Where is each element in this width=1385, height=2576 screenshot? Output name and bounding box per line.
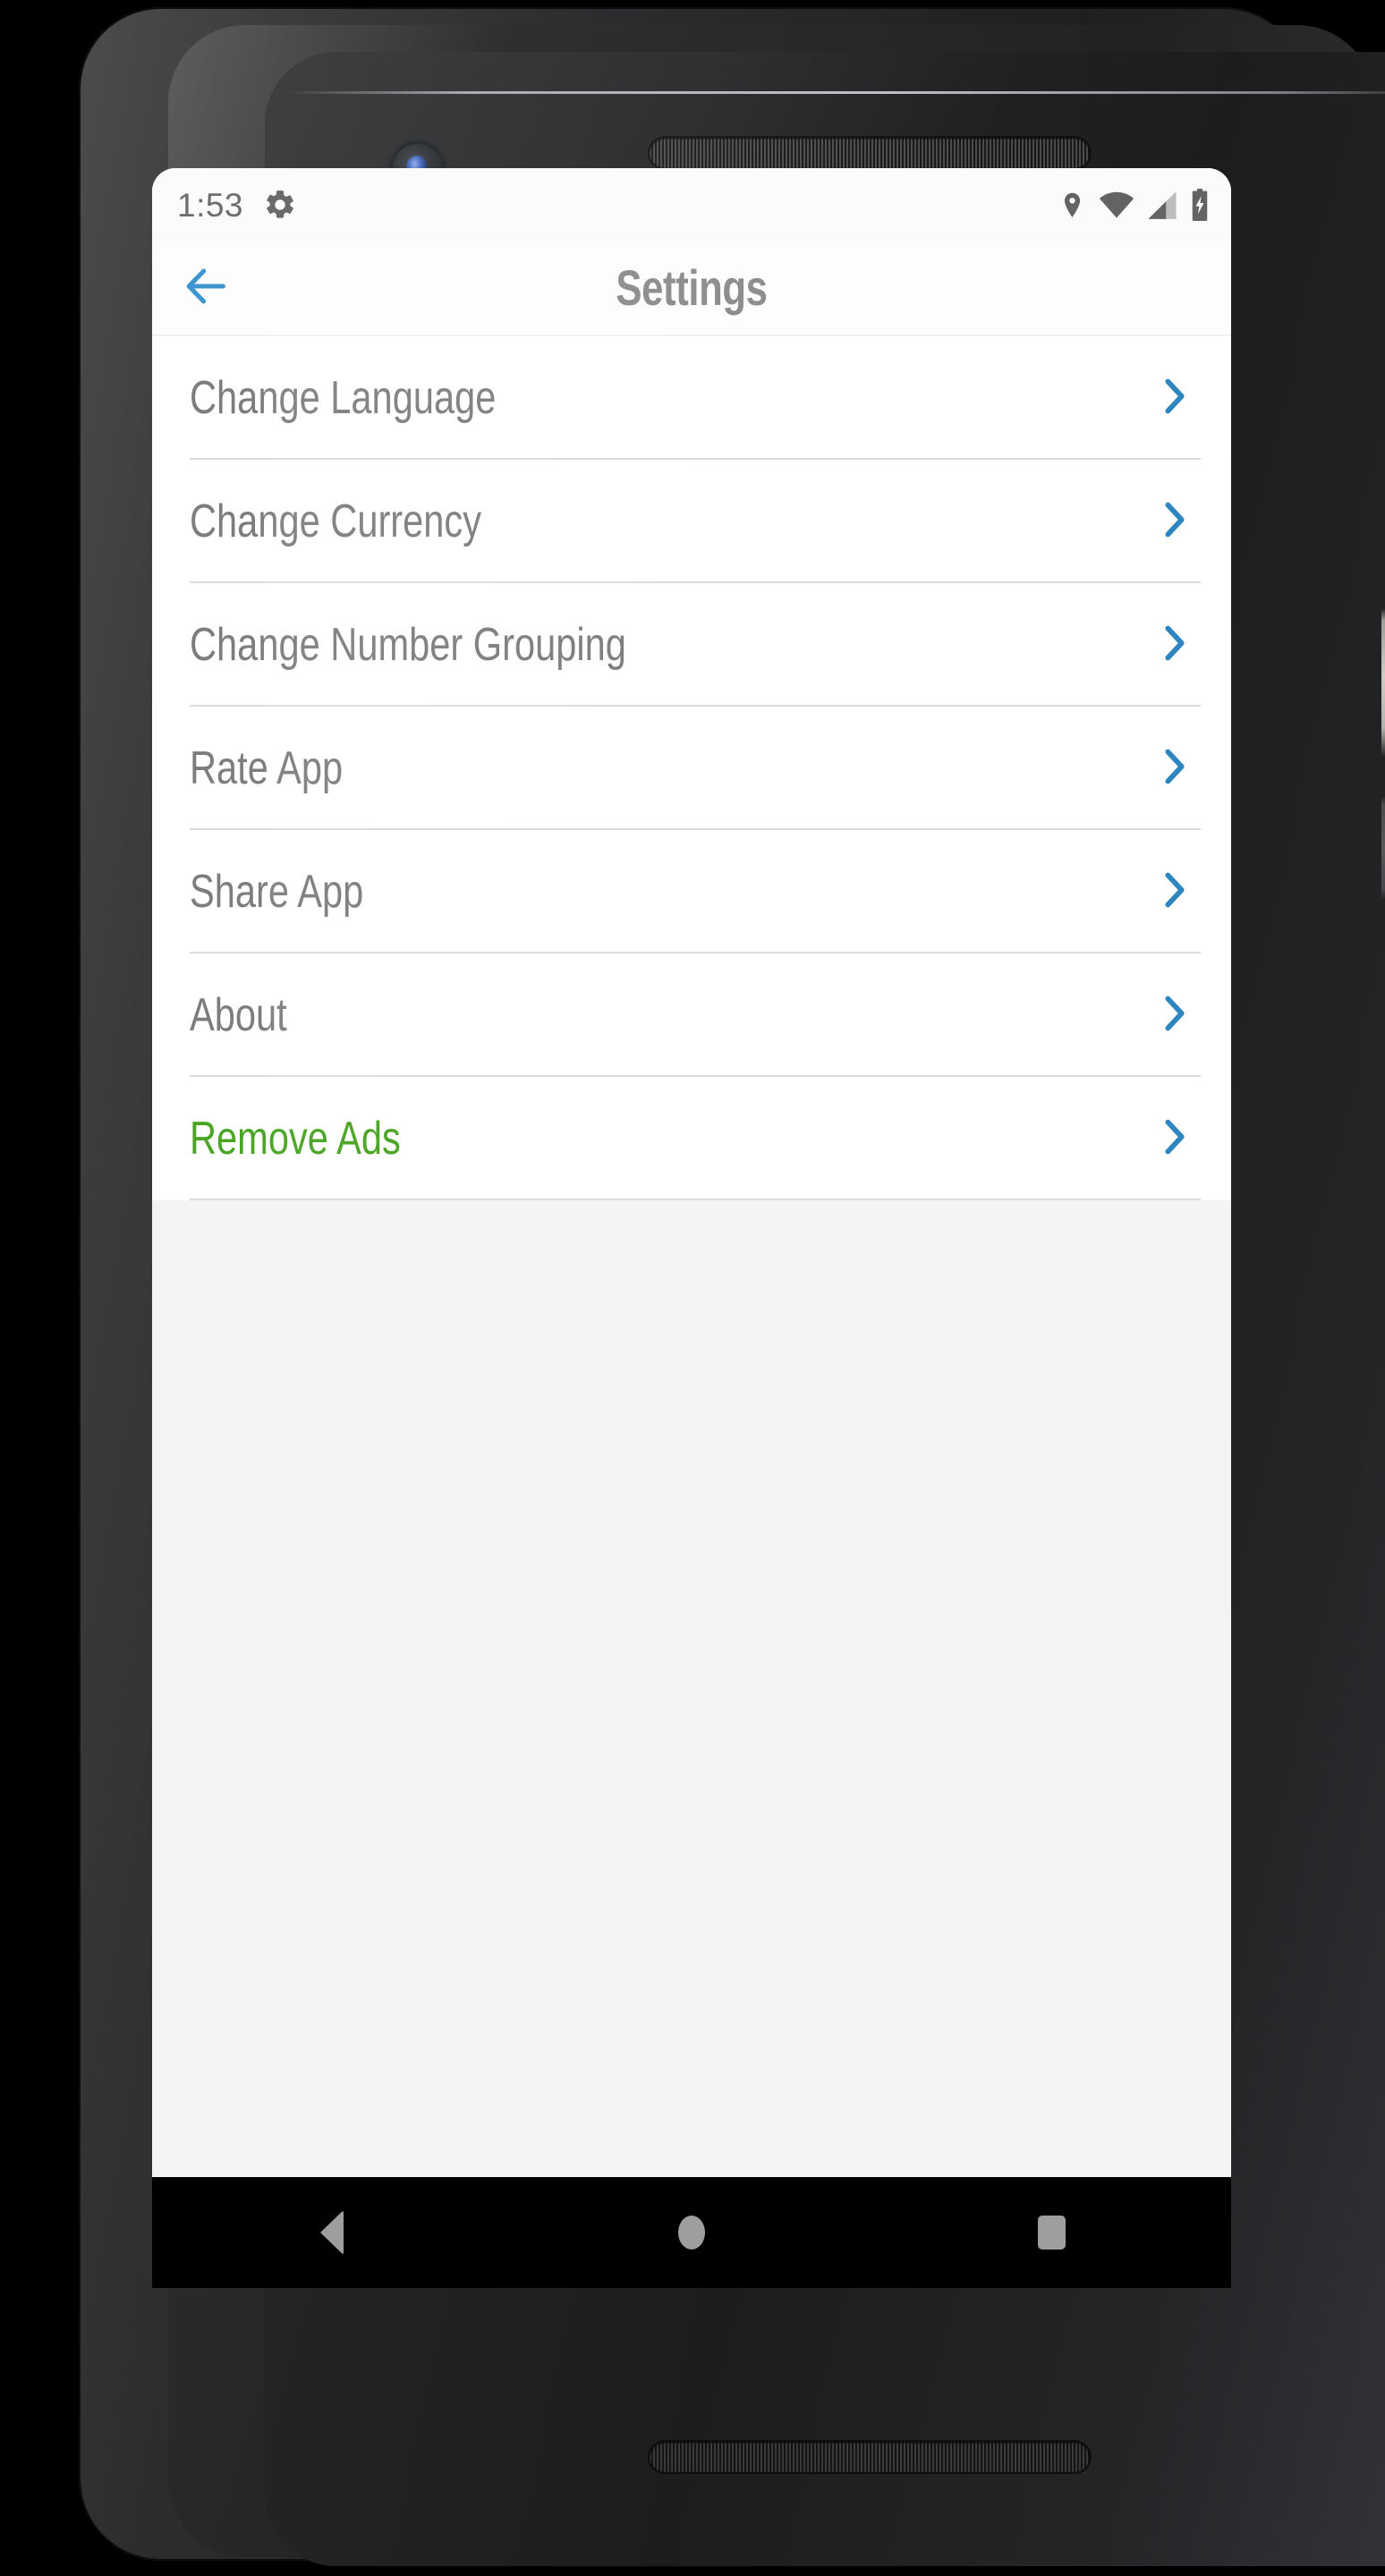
settings-item-label: Share App <box>190 866 364 918</box>
volume-button[interactable] <box>1381 794 1385 902</box>
chevron-right-icon <box>1160 747 1190 791</box>
battery-charging-icon <box>1190 189 1210 221</box>
settings-item-label: About <box>190 989 287 1041</box>
settings-item-change-currency[interactable]: Change Currency <box>152 460 1231 583</box>
settings-item-about[interactable]: About <box>152 953 1231 1077</box>
chevron-right-icon <box>1160 500 1190 544</box>
circle-home-icon <box>678 2216 705 2250</box>
chevron-right-icon <box>1160 1117 1190 1161</box>
cellular-signal-icon <box>1146 191 1178 220</box>
settings-item-share-app[interactable]: Share App <box>152 830 1231 953</box>
status-bar-right <box>1058 189 1210 221</box>
nav-back-button[interactable] <box>265 2177 399 2288</box>
location-icon <box>1058 191 1087 220</box>
settings-item-label: Rate App <box>190 742 344 794</box>
android-navigation-bar <box>152 2177 1231 2288</box>
status-bar: 1:53 <box>152 168 1231 242</box>
gear-icon <box>263 188 297 222</box>
status-bar-left: 1:53 <box>177 188 297 222</box>
nav-recents-button[interactable] <box>984 2177 1118 2288</box>
settings-item-label: Remove Ads <box>190 1113 401 1165</box>
nav-home-button[interactable] <box>625 2177 759 2288</box>
settings-item-change-number-grouping[interactable]: Change Number Grouping <box>152 583 1231 707</box>
chevron-right-icon <box>1160 623 1190 667</box>
bottom-speaker-grille <box>650 2442 1090 2472</box>
chevron-right-icon <box>1160 994 1190 1038</box>
settings-item-change-language[interactable]: Change Language <box>152 336 1231 460</box>
triangle-back-icon <box>320 2210 344 2255</box>
empty-list-area <box>152 1200 1231 2177</box>
settings-item-remove-ads[interactable]: Remove Ads <box>152 1077 1231 1200</box>
device-screen: 1:53 Settings Change Language Change Cur… <box>152 168 1231 2177</box>
square-recents-icon <box>1037 2216 1066 2250</box>
app-bar: Settings <box>152 242 1231 336</box>
settings-item-rate-app[interactable]: Rate App <box>152 707 1231 830</box>
screenshot-stage: 1:53 Settings Change Language Change Cur… <box>0 0 1385 2576</box>
wifi-icon <box>1099 191 1134 220</box>
earpiece-speaker-grille <box>650 138 1090 168</box>
settings-item-label: Change Language <box>190 372 497 424</box>
settings-list: Change Language Change Currency Change N… <box>152 336 1231 1200</box>
page-title: Settings <box>616 259 768 316</box>
bezel-highlight-line <box>286 91 1385 94</box>
power-button[interactable] <box>1381 608 1385 758</box>
status-bar-clock: 1:53 <box>177 186 244 224</box>
chevron-right-icon <box>1160 870 1190 914</box>
back-button[interactable] <box>165 247 247 329</box>
settings-item-label: Change Number Grouping <box>190 619 626 671</box>
back-arrow-icon <box>180 260 232 317</box>
chevron-right-icon <box>1160 377 1190 420</box>
settings-item-label: Change Currency <box>190 496 482 547</box>
